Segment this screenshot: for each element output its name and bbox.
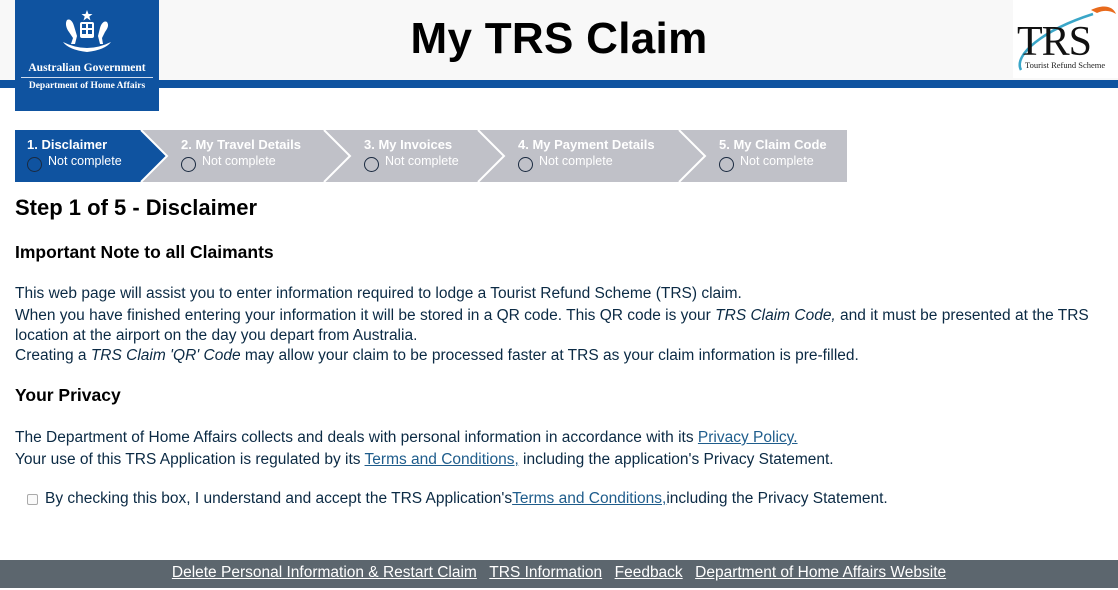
privacy-paragraph: The Department of Home Affairs collects … [15, 428, 1105, 448]
step-title: 3. My Invoices [364, 137, 453, 152]
home-affairs-website-link[interactable]: Department of Home Affairs Website [695, 564, 946, 581]
gov-name-text: Australian Government [28, 62, 146, 74]
step-title: 4. My Payment Details [518, 137, 655, 152]
important-note-heading: Important Note to all Claimants [15, 242, 274, 262]
terms-paragraph: Your use of this TRS Application is regu… [15, 450, 1105, 470]
step-status: Not complete [539, 154, 613, 168]
qr-text-pre: When you have finished entering your inf… [15, 307, 716, 324]
step-title: 1. Disclaimer [27, 137, 108, 152]
faster-text-pre: Creating a [15, 347, 91, 364]
step-status: Not complete [48, 154, 122, 168]
consent-text-pre: By checking this box, I understand and a… [45, 490, 513, 507]
incomplete-circle-icon [181, 157, 196, 172]
terms-text-post: including the application's Privacy Stat… [518, 451, 834, 468]
progress-steps: 1. Disclaimer Not complete 2. My Travel … [15, 130, 847, 182]
consent-checkbox[interactable] [27, 493, 38, 505]
step-title: 5. My Claim Code [719, 137, 827, 152]
step-separator [323, 130, 352, 182]
feedback-link[interactable]: Feedback [615, 564, 683, 581]
faster-text-post: may allow your claim to be processed fas… [240, 347, 859, 364]
privacy-heading: Your Privacy [15, 385, 121, 405]
step-status: Not complete [202, 154, 276, 168]
incomplete-circle-icon [364, 157, 379, 172]
step-status: Not complete [385, 154, 459, 168]
incomplete-circle-icon [719, 157, 734, 172]
header-accent-bar [0, 80, 1118, 88]
trs-logo[interactable]: TRS Tourist Refund Scheme [1013, 0, 1118, 78]
delete-restart-claim-link[interactable]: Delete Personal Information & Restart Cl… [172, 564, 477, 581]
privacy-text: The Department of Home Affairs collects … [15, 429, 698, 446]
qr-code-paragraph: When you have finished entering your inf… [15, 306, 1105, 346]
coat-of-arms-icon [63, 10, 111, 52]
intro-text: This web page will assist you to enter i… [15, 285, 742, 302]
intro-paragraph: This web page will assist you to enter i… [15, 284, 1105, 304]
terms-text-pre: Your use of this TRS Application is regu… [15, 451, 365, 468]
page-heading: Step 1 of 5 - Disclaimer [15, 195, 258, 220]
consent-row[interactable]: By checking this box, I understand and a… [27, 490, 888, 508]
step-status: Not complete [740, 154, 814, 168]
trs-letters: TRS [1017, 19, 1092, 65]
faster-processing-paragraph: Creating a TRS Claim 'QR' Code may allow… [15, 346, 1105, 366]
faster-text-emphasis: TRS Claim 'QR' Code [90, 347, 241, 364]
incomplete-circle-icon [518, 157, 533, 172]
gov-logo-divider [21, 77, 153, 78]
consent-terms-link[interactable]: Terms and Conditions, [512, 490, 666, 508]
consent-text-post: including the Privacy Statement. [666, 490, 888, 507]
incomplete-circle-icon [27, 157, 42, 172]
step-separator [477, 130, 506, 182]
step-title: 2. My Travel Details [181, 137, 301, 152]
dept-name-text: Department of Home Affairs [28, 81, 146, 91]
terms-and-conditions-link[interactable]: Terms and Conditions, [365, 451, 519, 468]
trs-information-link[interactable]: TRS Information [489, 564, 602, 581]
qr-text-emphasis: TRS Claim Code, [715, 307, 836, 324]
australian-government-logo[interactable]: Australian Government Department of Home… [15, 0, 159, 111]
page-footer: Delete Personal Information & Restart Cl… [0, 560, 1118, 588]
privacy-policy-link[interactable]: Privacy Policy. [698, 429, 798, 446]
app-title: My TRS Claim [410, 14, 708, 63]
trs-subtitle: Tourist Refund Scheme [1025, 60, 1106, 70]
step-separator [678, 130, 707, 182]
